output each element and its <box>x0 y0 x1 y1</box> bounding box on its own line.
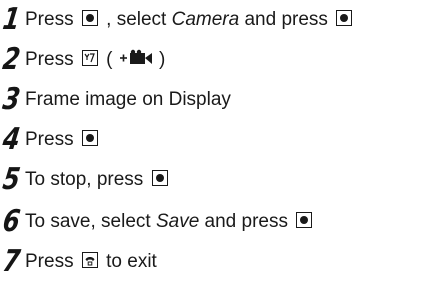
step-number: 2 <box>0 42 23 77</box>
center-key-icon <box>336 10 353 26</box>
step-text: Press <box>25 128 101 152</box>
video-key-icon <box>81 50 98 66</box>
step-number: 1 <box>0 2 23 37</box>
step-5: 5 To stop, press <box>0 162 171 198</box>
step-1: 1 Press , select Camera and press <box>0 2 355 38</box>
step-text: Press ( ) <box>25 49 166 70</box>
center-key-icon <box>81 130 98 146</box>
step-text: Press , select Camera and press <box>25 8 355 32</box>
step-text: Frame image on Display <box>25 89 231 110</box>
step-6: 6 To save, select Save and press <box>0 204 315 240</box>
step-7: 7 Press to exit <box>0 244 157 280</box>
step-text: To save, select Save and press <box>25 210 315 234</box>
step-text: To stop, press <box>25 168 171 192</box>
center-key-icon <box>296 212 313 228</box>
center-key-icon <box>151 170 168 186</box>
step-number: 4 <box>0 122 23 157</box>
step-number: 7 <box>0 244 23 279</box>
step-2: 2 Press ( ) <box>0 42 166 78</box>
video-record-icon <box>119 49 152 64</box>
end-call-key-icon <box>81 252 98 268</box>
step-3: 3 Frame image on Display <box>0 82 231 118</box>
instruction-steps: 1 Press , select Camera and press 2 Pres… <box>0 0 440 284</box>
step-text: Press to exit <box>25 251 157 272</box>
step-number: 3 <box>0 82 23 117</box>
step-4: 4 Press <box>0 122 101 158</box>
step-number: 5 <box>0 162 23 197</box>
step-number: 6 <box>0 204 23 239</box>
center-key-icon <box>81 10 98 26</box>
